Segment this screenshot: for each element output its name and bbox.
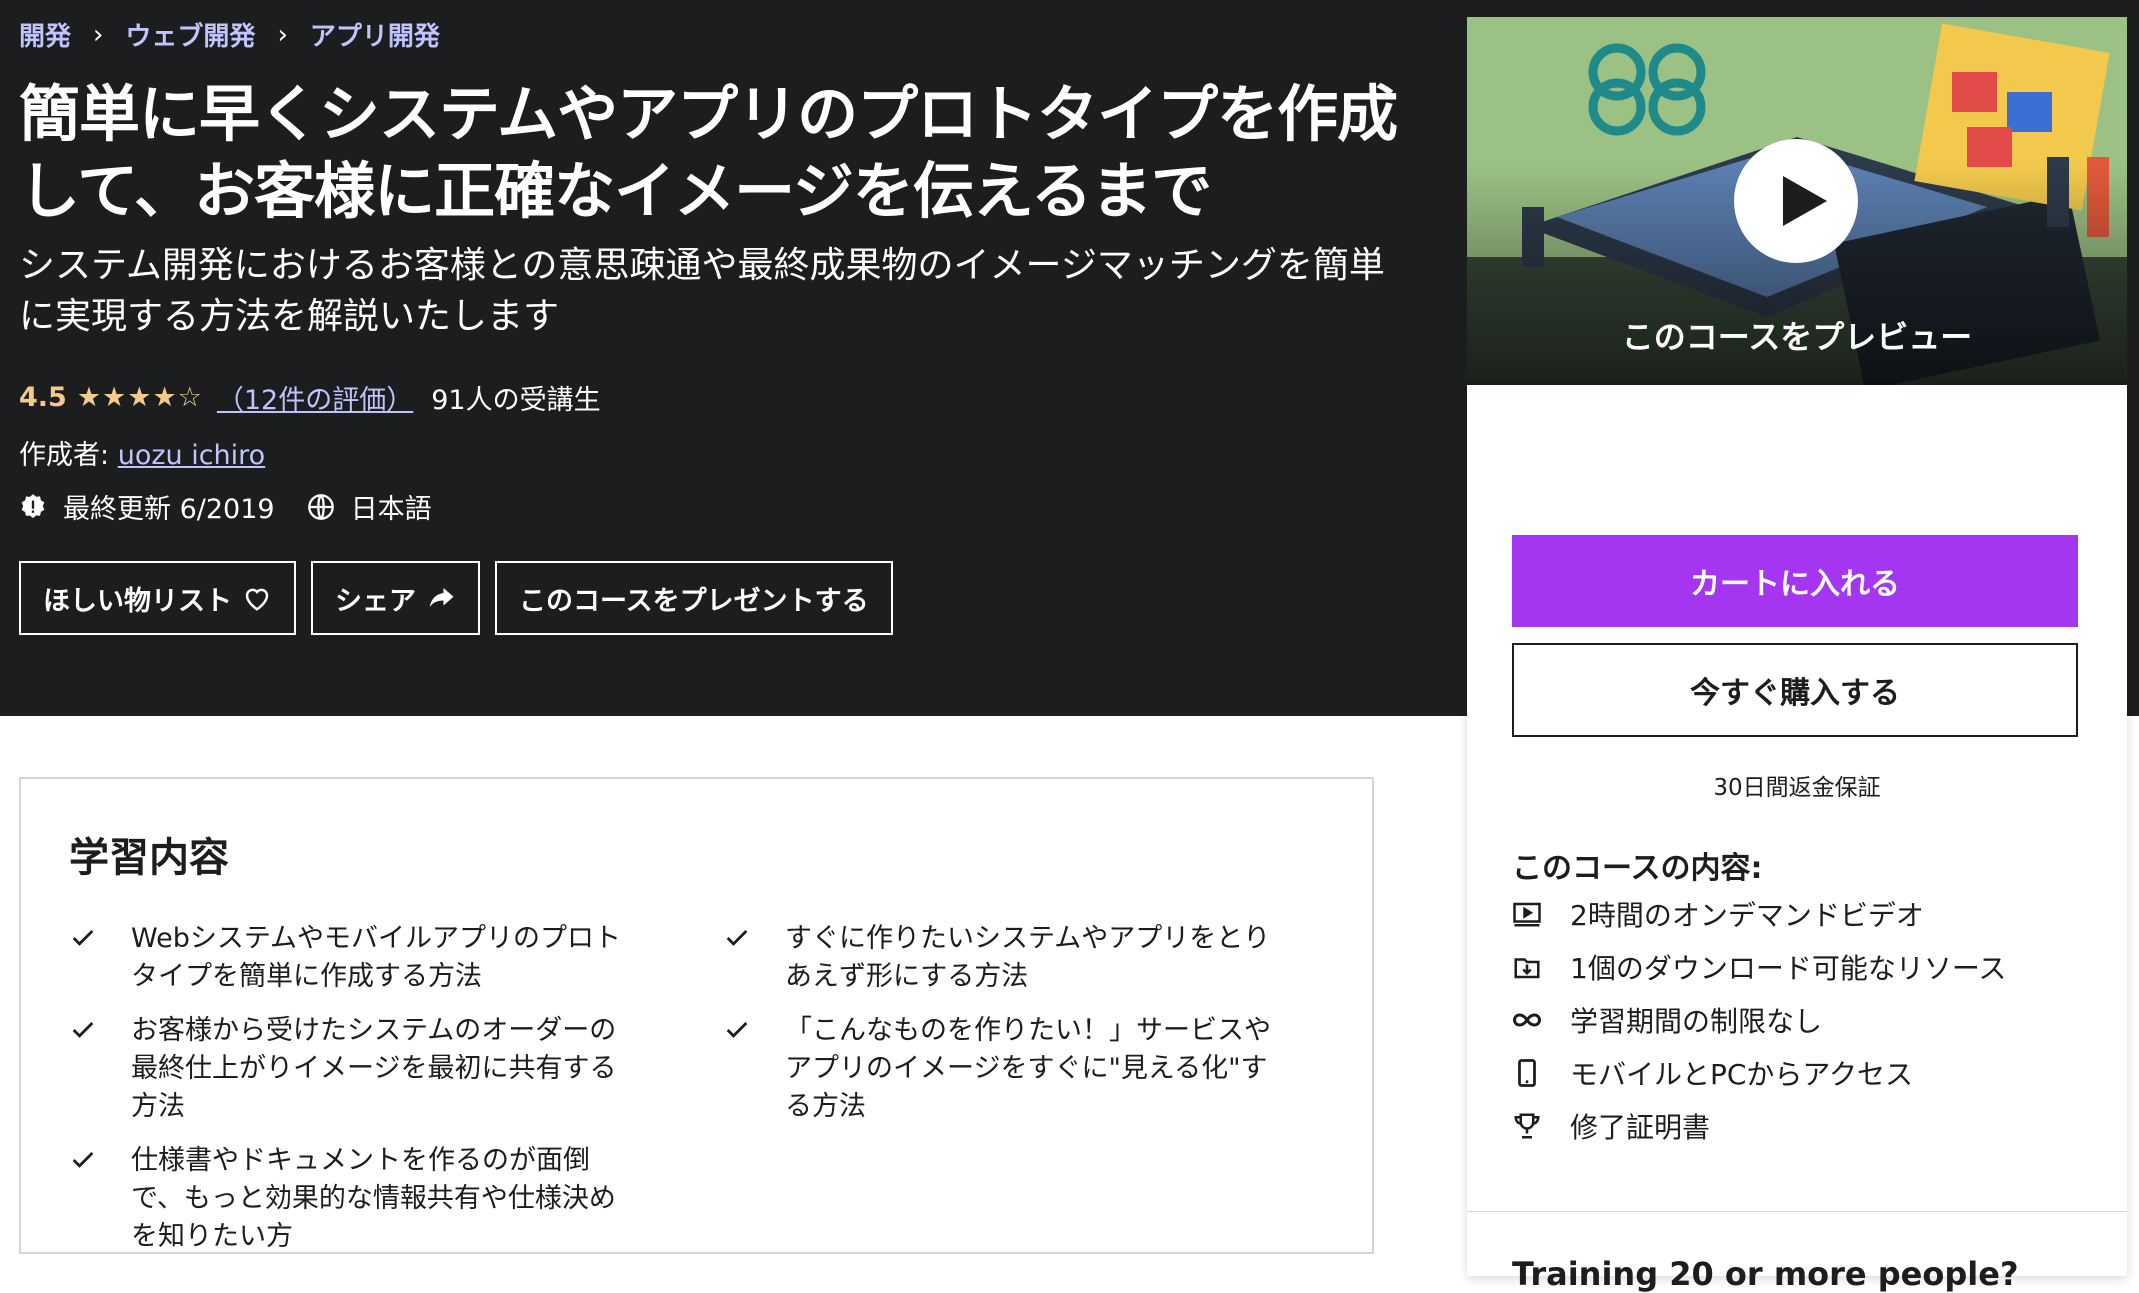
heart-icon: [245, 588, 269, 611]
share-label: シェア: [335, 585, 416, 617]
breadcrumb-item-web[interactable]: ウェブ開発: [125, 16, 255, 53]
learn-item: 仕様書やドキュメントを作るのが面倒で、もっと効果的な情報共有や仕様決めを知りたい…: [69, 1142, 639, 1256]
check-icon: [726, 1022, 748, 1038]
student-count: 91人の受講生: [431, 385, 601, 416]
check-icon: [72, 1152, 94, 1168]
preview-label: このコースをプレビュー: [1621, 318, 1973, 356]
check-icon: [726, 930, 748, 946]
author-label: 作成者:: [19, 440, 110, 471]
money-back-guarantee: 30日間返金保証: [1713, 775, 1881, 801]
learn-text: Webシステムやモバイルアプリのプロトタイプを簡単に作成する方法: [131, 923, 622, 992]
purchase-sidebar: カートに入れる 今すぐ購入する 30日間返金保証 このコースの内容: 2時間のオ…: [1467, 385, 2127, 1293]
learn-item: 「こんなものを作りたい！」サービスやアプリのイメージをすぐに"見える化"する方法: [723, 1012, 1293, 1126]
meta-row: 最終更新 6/2019 日本語: [19, 487, 432, 526]
list-item: 2時間のオンデマンドビデオ: [1512, 887, 2006, 940]
play-icon[interactable]: [1734, 139, 1858, 263]
rating-row: 4.5 ★★★★☆ （12件の評価） 91人の受講生: [19, 378, 601, 417]
check-icon: [72, 930, 94, 946]
gift-label: このコースをプレゼントする: [519, 585, 869, 617]
breadcrumb-item-app[interactable]: アプリ開発: [310, 16, 440, 53]
list-item: 学習期間の制限なし: [1512, 993, 2006, 1046]
share-arrow-icon: [429, 588, 454, 607]
add-to-cart-button[interactable]: カートに入れる: [1512, 535, 2078, 627]
learn-column-right: すぐに作りたいシステムやアプリをとりあえず形にする方法 「こんなものを作りたい！…: [723, 920, 1293, 1142]
chevron-right-icon: ›: [93, 19, 104, 50]
breadcrumb-item-dev[interactable]: 開発: [19, 16, 71, 53]
author-row: 作成者: uozu ichiro: [19, 433, 265, 472]
list-item: 修了証明書: [1512, 1099, 2006, 1152]
learn-text: 仕様書やドキュメントを作るのが面倒で、もっと効果的な情報共有や仕様決めを知りたい…: [131, 1145, 616, 1252]
wishlist-label: ほしい物リスト: [43, 585, 232, 617]
include-text: 学習期間の制限なし: [1570, 1004, 1823, 1038]
what-you-learn-box: 学習内容 Webシステムやモバイルアプリのプロトタイプを簡単に作成する方法 お客…: [19, 777, 1374, 1254]
globe-icon: [307, 493, 334, 520]
learn-item: すぐに作りたいシステムやアプリをとりあえず形にする方法: [723, 920, 1293, 996]
list-item: 1個のダウンロード可能なリソース: [1512, 940, 2006, 993]
list-item: モバイルとPCからアクセス: [1512, 1046, 2006, 1099]
include-text: モバイルとPCからアクセス: [1570, 1057, 1914, 1091]
course-preview[interactable]: このコースをプレビュー: [1467, 17, 2127, 385]
include-text: 修了証明書: [1570, 1110, 1711, 1144]
learn-text: すぐに作りたいシステムやアプリをとりあえず形にする方法: [785, 923, 1271, 992]
training-heading: Training 20 or more people?: [1512, 1255, 2019, 1293]
include-text: 1個のダウンロード可能なリソース: [1570, 951, 2007, 985]
include-text: 2時間のオンデマンドビデオ: [1570, 898, 1924, 932]
update-badge-icon: [21, 493, 45, 518]
learn-text: 「こんなものを作りたい！」サービスやアプリのイメージをすぐに"見える化"する方法: [785, 1015, 1271, 1122]
includes-title: このコースの内容:: [1512, 851, 1763, 886]
trophy-icon: [1514, 1113, 1540, 1138]
author-link[interactable]: uozu ichiro: [118, 440, 266, 471]
includes-list: 2時間のオンデマンドビデオ 1個のダウンロード可能なリソース 学習期間の制限なし…: [1512, 887, 2006, 1152]
gift-course-button[interactable]: このコースをプレゼントする: [495, 561, 893, 635]
learn-item: お客様から受けたシステムのオーダーの最終仕上がりイメージを最初に共有する方法: [69, 1012, 639, 1126]
learn-column-left: Webシステムやモバイルアプリのプロトタイプを簡単に作成する方法 お客様から受け…: [69, 920, 639, 1272]
learn-title: 学習内容: [69, 835, 229, 881]
course-language: 日本語: [350, 494, 432, 525]
course-subtitle: システム開発におけるお客様との意思疎通や最終成果物のイメージマッチングを簡単に実…: [19, 245, 1385, 337]
mobile-icon: [1518, 1058, 1536, 1087]
rating-value: 4.5: [19, 382, 67, 413]
check-icon: [72, 1022, 94, 1038]
course-title: 簡単に早くシステムやアプリのプロトタイプを作成して、お客様に正確なイメージを伝え…: [19, 79, 1398, 227]
chevron-right-icon: ›: [277, 19, 288, 50]
star-rating-icon: ★★★★☆: [76, 382, 203, 413]
divider: [1467, 1211, 2127, 1212]
last-updated: 最終更新 6/2019: [63, 494, 275, 525]
infinity-icon: [1513, 1012, 1541, 1027]
breadcrumb: 開発 › ウェブ開発 › アプリ開発: [19, 16, 440, 53]
action-buttons: ほしい物リスト シェア このコースをプレゼントする: [19, 561, 893, 635]
buy-now-button[interactable]: 今すぐ購入する: [1512, 643, 2078, 737]
download-icon: [1514, 957, 1540, 978]
video-icon: [1513, 902, 1541, 926]
rating-count-link[interactable]: （12件の評価）: [217, 378, 413, 417]
learn-item: Webシステムやモバイルアプリのプロトタイプを簡単に作成する方法: [69, 920, 639, 996]
wishlist-button[interactable]: ほしい物リスト: [19, 561, 296, 635]
learn-text: お客様から受けたシステムのオーダーの最終仕上がりイメージを最初に共有する方法: [131, 1015, 617, 1122]
share-button[interactable]: シェア: [311, 561, 480, 635]
